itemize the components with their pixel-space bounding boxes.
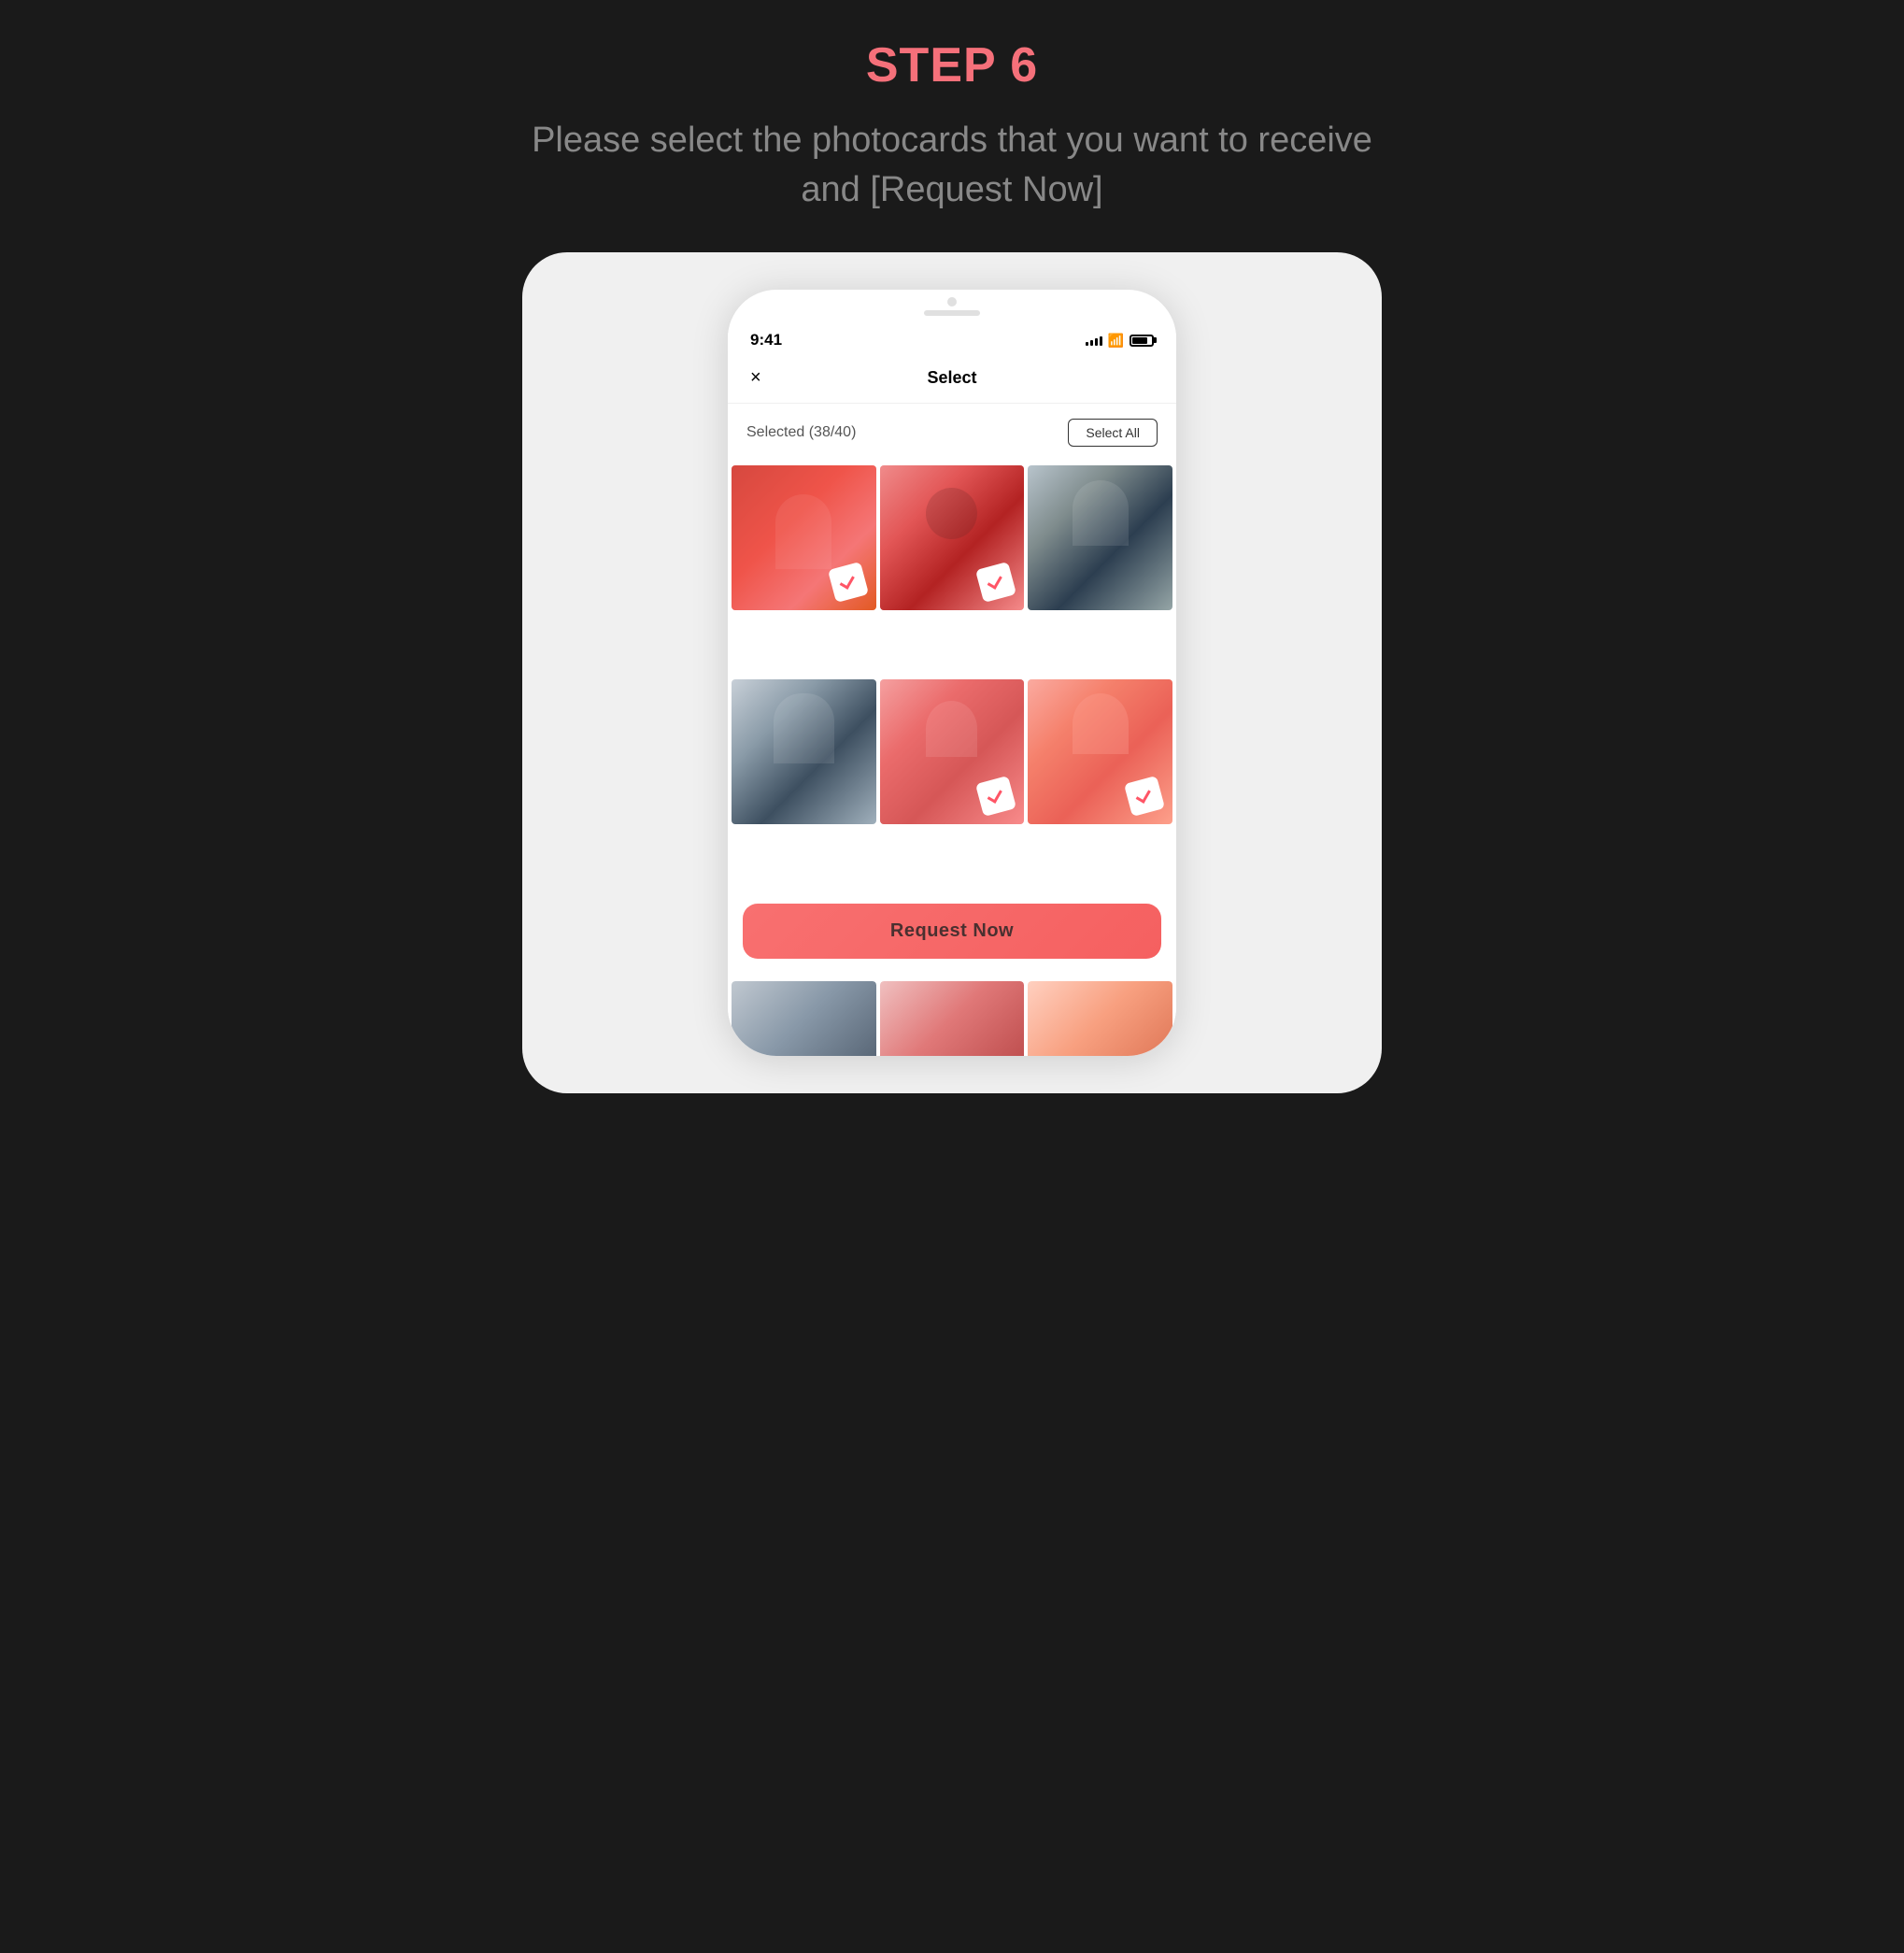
status-time: 9:41	[750, 331, 782, 349]
step-title: STEP 6	[866, 37, 1038, 93]
photo-cell-1[interactable]	[732, 465, 876, 610]
photo-grid	[728, 462, 1176, 892]
photo-cell-3[interactable]	[1028, 465, 1172, 610]
photo-bg-3	[1028, 465, 1172, 610]
signal-icon	[1086, 335, 1102, 346]
status-icons: 📶	[1086, 333, 1154, 349]
signal-bar-1	[1086, 342, 1088, 346]
page-container: STEP 6 Please select the photocards that…	[476, 37, 1428, 1093]
signal-bar-3	[1095, 338, 1098, 346]
photo-cell-5[interactable]	[880, 679, 1025, 824]
speaker-bar	[924, 310, 980, 316]
photo-cell-8[interactable]	[880, 981, 1025, 1056]
wifi-icon: 📶	[1108, 333, 1124, 349]
battery-icon	[1130, 335, 1154, 347]
subtitle: Please select the photocards that you wa…	[532, 116, 1372, 215]
photo-cell-6[interactable]	[1028, 679, 1172, 824]
request-btn-wrapper: Request Now	[728, 892, 1176, 977]
selected-count-label: Selected (38/40)	[746, 424, 856, 441]
photo-grid-bottom	[728, 977, 1176, 1056]
speaker-dot	[947, 297, 957, 306]
status-bar: 9:41 📶	[728, 320, 1176, 353]
signal-bar-2	[1090, 340, 1093, 346]
select-all-button[interactable]: Select All	[1068, 419, 1158, 447]
signal-bar-4	[1100, 336, 1102, 346]
selection-bar: Selected (38/40) Select All	[728, 404, 1176, 462]
phone-wrapper: 9:41 📶	[522, 252, 1382, 1093]
photo-bg-4	[732, 679, 876, 824]
photo-cell-2[interactable]	[880, 465, 1025, 610]
screen-title: Select	[927, 368, 976, 388]
photo-cell-7[interactable]	[732, 981, 876, 1056]
close-button[interactable]: ×	[750, 367, 761, 389]
phone-notch	[728, 290, 1176, 310]
app-header: × Select	[728, 353, 1176, 404]
photo-cell-4[interactable]	[732, 679, 876, 824]
photo-cell-9[interactable]	[1028, 981, 1172, 1056]
request-now-button[interactable]: Request Now	[743, 904, 1161, 959]
phone-frame: 9:41 📶	[728, 290, 1176, 1056]
battery-fill	[1132, 337, 1147, 344]
